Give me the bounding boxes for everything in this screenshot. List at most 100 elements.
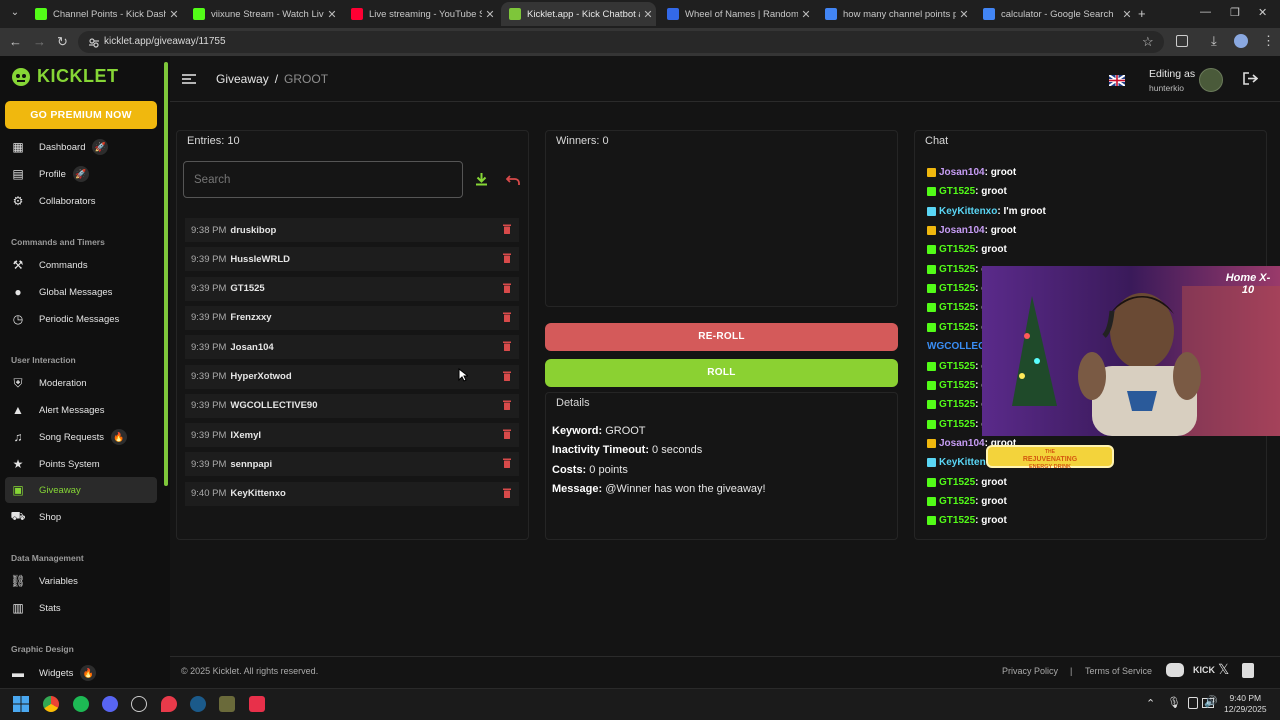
tab-close-icon[interactable]: ✕ (324, 8, 340, 21)
discord-taskbar-icon[interactable] (102, 696, 118, 712)
browser-tab[interactable]: Kicklet.app - Kick Chatbot and Tools✕ (501, 2, 656, 26)
chat-username[interactable]: GT1525 (939, 322, 975, 333)
chat-username[interactable]: GT1525 (939, 515, 975, 526)
app-taskbar-icon[interactable] (131, 696, 147, 712)
site-info-icon[interactable] (88, 36, 100, 48)
tray-chevron-icon[interactable]: ⌃ (1146, 697, 1155, 710)
tab-close-icon[interactable]: ✕ (798, 8, 814, 21)
url-field[interactable]: kicklet.app/giveaway/11755 (78, 31, 1164, 53)
kick-link[interactable]: KICK (1193, 665, 1215, 675)
tab-close-icon[interactable]: ✕ (956, 8, 972, 21)
browser-tab[interactable]: how many channel points per hour✕ (817, 2, 972, 26)
sidebar-item-widgets[interactable]: ▬ Widgets 🔥 (5, 660, 157, 686)
maximize-icon[interactable]: ❐ (1230, 6, 1240, 19)
browser-tab[interactable]: calculator - Google Search ✕ (975, 2, 1135, 26)
minimize-icon[interactable]: — (1200, 6, 1211, 18)
chat-username[interactable]: GT1525 (939, 496, 975, 507)
chat-username[interactable]: GT1525 (939, 302, 975, 313)
chat-username[interactable]: WGCOLLEC (927, 341, 985, 352)
sidebar-scrollbar[interactable] (164, 62, 168, 486)
chat-username[interactable]: GT1525 (939, 361, 975, 372)
kicklet-logo[interactable]: KICKLET (11, 66, 119, 87)
go-premium-button[interactable]: GO PREMIUM NOW (5, 101, 157, 129)
discord-icon[interactable] (1166, 663, 1184, 677)
delete-entry-icon[interactable] (503, 488, 511, 498)
sidebar-item-dashboard[interactable]: ▦ Dashboard 🚀 (5, 134, 157, 160)
tab-close-icon[interactable]: ✕ (166, 8, 182, 21)
forward-icon[interactable]: → (33, 33, 46, 51)
microphone-icon[interactable]: 🎙 (1167, 696, 1181, 709)
reroll-button[interactable]: RE-ROLL (545, 323, 898, 351)
chat-username[interactable]: GT1525 (939, 244, 975, 255)
download-entries-icon[interactable] (475, 172, 488, 191)
x-icon[interactable]: 𝕏 (1218, 661, 1229, 678)
terms-of-service-link[interactable]: Terms of Service (1085, 666, 1152, 676)
steam-icon[interactable] (190, 696, 206, 712)
browser-tab[interactable]: viixune Stream - Watch Live on Kick✕ (185, 2, 340, 26)
sidebar-item-points-system[interactable]: ★ Points System (5, 451, 157, 477)
chat-username[interactable]: Josan104 (939, 438, 985, 449)
tab-close-icon[interactable]: ✕ (482, 8, 498, 21)
sidebar-item-stats[interactable]: ▥ Stats (5, 595, 157, 621)
delete-entry-icon[interactable] (503, 371, 511, 381)
new-tab-button[interactable]: + (1138, 6, 1146, 21)
back-icon[interactable]: ← (9, 33, 22, 51)
entries-search-input[interactable] (183, 161, 463, 198)
tab-close-icon[interactable]: ✕ (1119, 8, 1135, 21)
chat-username[interactable]: GT1525 (939, 283, 975, 294)
chat-username[interactable]: GT1525 (939, 419, 975, 430)
sidebar-item-commands[interactable]: ⚒ Commands (5, 252, 157, 278)
delete-entry-icon[interactable] (503, 253, 511, 264)
chat-username[interactable]: Josan104 (939, 167, 985, 178)
sidebar-item-periodic-messages[interactable]: ◷ Periodic Messages (5, 306, 157, 332)
browser-tab[interactable]: Wheel of Names | Random name picker✕ (659, 2, 814, 26)
bookmark-star-icon[interactable]: ☆ (1142, 34, 1154, 50)
extensions-icon[interactable] (1176, 35, 1188, 47)
chat-username[interactable]: GT1525 (939, 477, 975, 488)
profile-avatar-icon[interactable] (1234, 34, 1248, 48)
windows-start-icon[interactable] (13, 696, 29, 717)
delete-entry-icon[interactable] (503, 224, 511, 234)
delete-entry-icon[interactable] (503, 283, 511, 293)
roll-button[interactable]: ROLL (545, 359, 898, 387)
sidebar-item-giveaway[interactable]: ▣ Giveaway (5, 477, 157, 503)
system-clock[interactable]: 9:40 PM 12/29/2025 (1224, 693, 1267, 715)
sidebar-item-variables[interactable]: ⛓ Variables (5, 568, 157, 594)
chat-username[interactable]: KeyKitten (939, 457, 986, 468)
chat-username[interactable]: GT1525 (939, 264, 975, 275)
logout-icon[interactable] (1243, 72, 1259, 90)
tab-close-icon[interactable]: ✕ (640, 8, 656, 21)
chat-username[interactable]: GT1525 (939, 380, 975, 391)
browser-tab[interactable]: Live streaming - YouTube Studio✕ (343, 2, 498, 26)
chat-username[interactable]: KeyKittenxo (939, 206, 997, 217)
chat-username[interactable]: GT1525 (939, 399, 975, 410)
browser-menu-icon[interactable]: ⋮ (1262, 33, 1275, 49)
sidebar-item-song-requests[interactable]: ♫ Song Requests 🔥 (5, 424, 157, 450)
delete-entry-icon[interactable] (503, 400, 511, 410)
sidebar-toggle-icon[interactable] (182, 72, 196, 90)
uk-flag-icon[interactable] (1108, 73, 1126, 87)
sidebar-item-shop[interactable]: ⛟ Shop (5, 504, 157, 530)
sidebar-item-moderation[interactable]: ⛨ Moderation (5, 370, 157, 396)
privacy-policy-link[interactable]: Privacy Policy (1002, 666, 1058, 676)
browser-tab[interactable]: Channel Points - Kick Dashboard✕ (27, 2, 182, 26)
chat-username[interactable]: GT1525 (939, 186, 975, 197)
tab-search-icon[interactable]: ⌄ (8, 7, 22, 21)
docs-icon[interactable] (1242, 663, 1254, 678)
volume-icon[interactable]: 🔊 (1204, 695, 1218, 708)
location-app-icon[interactable] (161, 696, 177, 712)
user-avatar[interactable] (1199, 68, 1223, 92)
download-icon[interactable]: ⤓ (1211, 33, 1217, 49)
chat-username[interactable]: Josan104 (939, 225, 985, 236)
delete-entry-icon[interactable] (503, 312, 511, 322)
phone-link-icon[interactable] (1188, 697, 1198, 709)
close-window-icon[interactable]: ✕ (1258, 6, 1267, 19)
spotify-icon[interactable] (73, 696, 89, 712)
sidebar-item-global-messages[interactable]: ● Global Messages (5, 279, 157, 305)
sidebar-item-collaborators[interactable]: ⚙ Collaborators (5, 188, 157, 214)
reset-entries-icon[interactable] (505, 173, 521, 191)
reload-icon[interactable]: ↻ (57, 33, 68, 51)
delete-entry-icon[interactable] (503, 341, 511, 352)
delete-entry-icon[interactable] (503, 458, 511, 469)
sidebar-item-alert-messages[interactable]: ▲ Alert Messages (5, 397, 157, 423)
